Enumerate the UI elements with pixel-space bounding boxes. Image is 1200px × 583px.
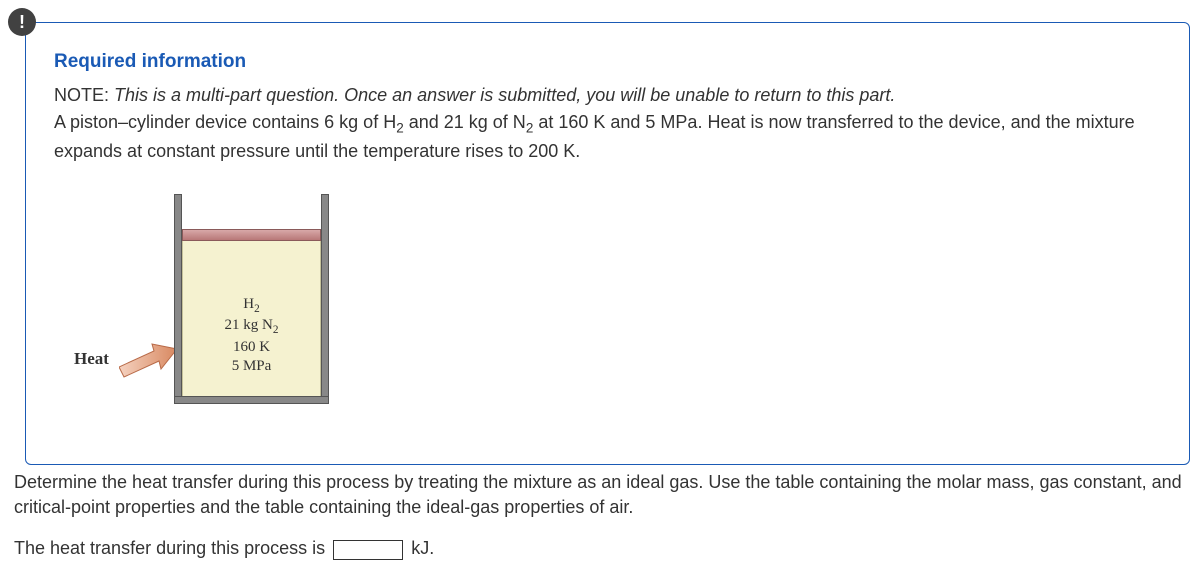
subscript: 2 xyxy=(254,303,260,315)
question-section: Determine the heat transfer during this … xyxy=(10,470,1190,560)
question-text: Determine the heat transfer during this … xyxy=(14,470,1186,520)
note-text: This is a multi-part question. Once an a… xyxy=(114,85,895,105)
subscript: 2 xyxy=(273,324,279,336)
gas-n2-text: 21 kg N xyxy=(225,317,273,333)
note-label: NOTE: xyxy=(54,85,109,105)
answer-input[interactable] xyxy=(333,540,403,560)
required-info-title: Required information xyxy=(54,51,1161,73)
note-line: NOTE: This is a multi-part question. Onc… xyxy=(54,83,1161,108)
problem-statement: A piston–cylinder device contains 6 kg o… xyxy=(54,110,1161,164)
cylinder: H2 21 kg N2 160 K 5 MPa xyxy=(174,194,329,404)
gas-label-n2: 21 kg N2 xyxy=(225,316,279,338)
cylinder-wall-bottom xyxy=(174,396,329,404)
answer-unit: kJ. xyxy=(411,538,434,558)
piston-cylinder-diagram: Heat H2 21 kg N2 160 K xyxy=(74,194,354,424)
heat-label: Heat xyxy=(74,349,109,369)
cylinder-wall-left xyxy=(174,194,182,404)
gas-h2-text: H xyxy=(243,296,254,312)
answer-line: The heat transfer during this process is… xyxy=(14,538,1186,559)
alert-icon: ! xyxy=(8,8,36,36)
required-info-box: Required information NOTE: This is a mul… xyxy=(25,22,1190,465)
piston xyxy=(182,229,321,241)
gas-label-temp: 160 K xyxy=(233,338,270,358)
cylinder-wall-right xyxy=(321,194,329,404)
gas-region: H2 21 kg N2 160 K 5 MPa xyxy=(182,241,321,396)
answer-prompt: The heat transfer during this process is xyxy=(14,538,325,558)
subscript: 2 xyxy=(396,121,404,136)
heat-arrow-icon xyxy=(119,339,179,379)
problem-text-part: A piston–cylinder device contains 6 kg o… xyxy=(54,112,396,132)
gas-label-h2: H2 xyxy=(243,295,259,317)
problem-text-part: and 21 kg of N xyxy=(404,112,526,132)
gas-label-pressure: 5 MPa xyxy=(232,357,272,377)
